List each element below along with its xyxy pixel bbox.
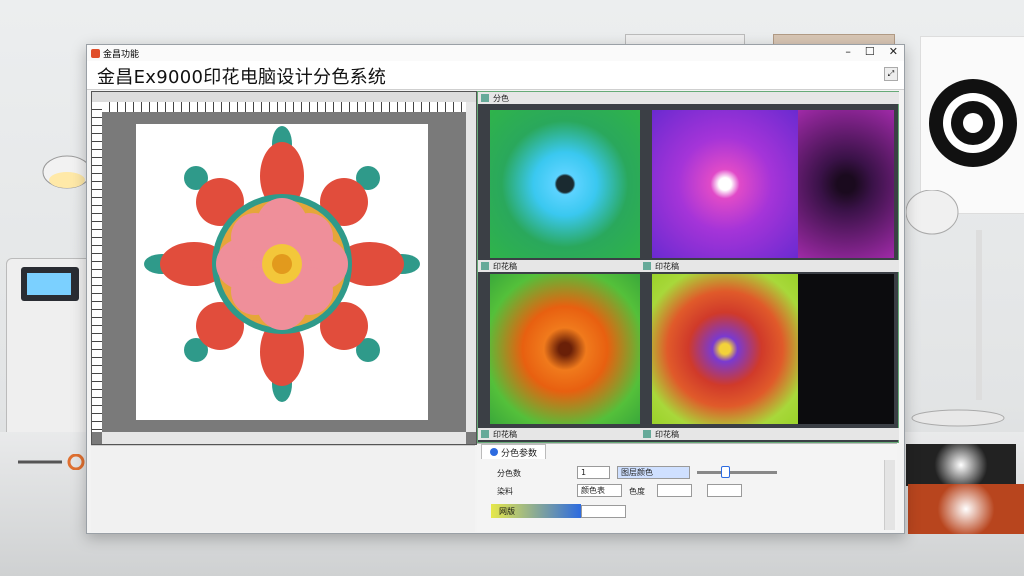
title-bar: 金昌功能 – ☐ ✕ — [87, 45, 904, 61]
separation-thumbnail-dark-purple[interactable] — [798, 110, 894, 258]
layer-icon — [481, 262, 489, 270]
design-vertical-scrollbar[interactable] — [466, 102, 476, 432]
color-count-input[interactable]: 1 — [577, 466, 610, 479]
flower-design-art — [144, 126, 420, 402]
design-status-area — [91, 445, 475, 532]
separation-cell-label: 印花稿 — [493, 261, 517, 271]
layer-icon — [643, 430, 651, 438]
scissors-icon — [18, 453, 90, 471]
app-logo-icon — [91, 49, 100, 58]
separation-pane: 分色 印花稿 印花稿 印花稿 印花稿 — [477, 91, 899, 443]
app-title: 金昌Ex9000印花电脑设计分色系统 — [97, 67, 387, 88]
params-scrollbar[interactable] — [884, 460, 895, 530]
chroma-input[interactable] — [657, 484, 692, 497]
separation-thumbnail-lime[interactable] — [652, 274, 798, 424]
separation-header-label: 分色 — [493, 93, 509, 103]
design-canvas[interactable] — [136, 124, 428, 420]
vertical-ruler — [92, 102, 102, 432]
minimize-button[interactable]: – — [845, 45, 851, 58]
separation-cell-label: 印花稿 — [655, 261, 679, 271]
separation-row-bar: 印花稿 — [640, 428, 899, 440]
tab-separation-params[interactable]: 分色参数 — [481, 444, 547, 459]
layer-icon — [481, 430, 489, 438]
separation-thumbnail-magenta[interactable] — [652, 110, 798, 258]
desk-lamp-left — [22, 126, 92, 206]
horizontal-ruler — [102, 102, 466, 112]
wall-flower-poster — [920, 36, 1024, 214]
params-tab-icon — [490, 448, 498, 456]
design-horizontal-scrollbar[interactable] — [102, 432, 466, 444]
color-slider-track[interactable] — [697, 471, 777, 474]
separation-header: 分色 — [478, 92, 641, 104]
close-button[interactable]: ✕ — [889, 45, 898, 58]
separation-thumbnail-orange[interactable] — [490, 274, 640, 424]
black-print-swatch — [906, 444, 1016, 486]
desk-lamp-right — [905, 189, 1024, 434]
header-bar: 金昌Ex9000印花电脑设计分色系统 ⤢ — [87, 61, 904, 90]
panel-toggle-icon[interactable]: ⤢ — [884, 67, 898, 81]
separation-row-bar: 印花稿 — [478, 260, 641, 272]
window-caption: 金昌功能 — [103, 50, 140, 60]
chroma-input-2[interactable] — [707, 484, 742, 497]
app-window: 金昌功能 – ☐ ✕ 金昌Ex9000印花电脑设计分色系统 ⤢ 分色 印花稿 印… — [86, 44, 905, 534]
layer-icon — [643, 262, 651, 270]
params-panel: 分色参数 分色数 1 图层颜色 染料 颜色表 色度 网版 — [477, 443, 897, 532]
maximize-button[interactable]: ☐ — [865, 45, 875, 58]
separation-thumbnail-cyan[interactable] — [490, 110, 640, 258]
params-tab-label: 分色参数 — [501, 448, 538, 459]
params-row3-label: 网版 — [499, 507, 515, 516]
design-pane — [91, 91, 477, 445]
screen-input[interactable] — [581, 505, 626, 518]
layer-icon — [481, 94, 489, 102]
separation-cell-label: 印花稿 — [655, 429, 679, 439]
color-slider-knob[interactable] — [721, 466, 730, 478]
separation-toolbar — [640, 92, 899, 104]
separation-cell-label: 印花稿 — [493, 429, 517, 439]
flower-poster-art — [929, 79, 1017, 167]
handheld-device — [6, 258, 92, 442]
params-row1-label: 分色数 — [497, 469, 521, 478]
params-row2-label: 染料 — [497, 487, 513, 496]
rust-print-swatch — [908, 484, 1024, 534]
design-toolstrip — [92, 92, 476, 102]
color-table-button[interactable]: 颜色表 — [577, 484, 622, 497]
separation-row-bar: 印花稿 — [478, 428, 641, 440]
separation-row-bar: 印花稿 — [640, 260, 899, 272]
layer-color-field[interactable]: 图层颜色 — [617, 466, 690, 479]
separation-thumbnail-black[interactable] — [798, 274, 894, 424]
chroma-label: 色度 — [629, 487, 645, 496]
